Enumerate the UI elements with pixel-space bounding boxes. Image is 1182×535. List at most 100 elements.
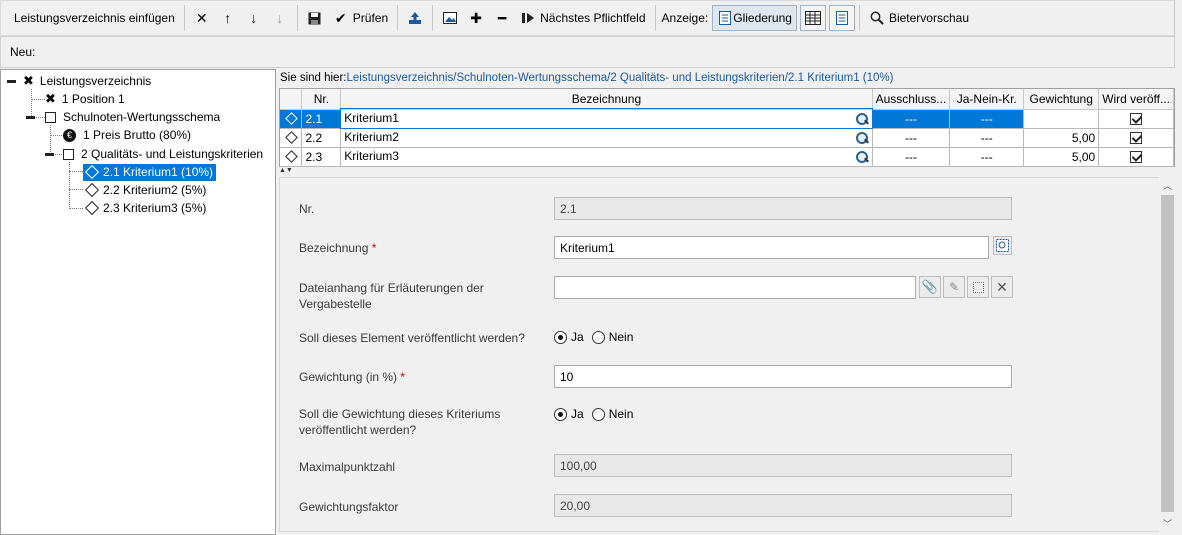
table-row[interactable]: 2.2 Kriterium2 --- --- 5,00	[280, 128, 1174, 148]
ausschluss-cell[interactable]: ---	[872, 147, 951, 167]
publish-label: Soll dieses Element veröffentlicht werde…	[299, 331, 525, 345]
remove-button[interactable]: ━	[489, 4, 515, 32]
tree-item-preis[interactable]: € 1 Preis Brutto (80%)	[63, 126, 194, 144]
next-required-button[interactable]: Nächstes Pflichtfeld	[515, 4, 650, 32]
outline-view-toggle[interactable]: Gliederung	[712, 5, 797, 31]
tree-item-leistungsverzeichnis[interactable]: ✖ Leistungsverzeichnis	[23, 72, 154, 90]
published-checkbox[interactable]	[1130, 132, 1143, 145]
form-scrollbar[interactable]: ︿ ﹀	[1159, 177, 1176, 532]
bezeichnung-field[interactable]: Kriterium1	[554, 236, 989, 259]
tree-item-kriterium2[interactable]: 2.2 Kriterium2 (5%)	[83, 181, 209, 199]
breadcrumb-prefix: Sie sind hier:	[280, 72, 347, 84]
publish-ja-option[interactable]: Ja	[554, 330, 584, 345]
document-view-toggle[interactable]	[828, 5, 855, 31]
veroeffentlicht-cell[interactable]	[1098, 109, 1174, 129]
publish-nein-option[interactable]: Nein	[591, 330, 633, 345]
sort-button[interactable]: ↓	[267, 4, 293, 32]
radio-nein[interactable]	[591, 408, 605, 422]
published-checkbox[interactable]	[1130, 151, 1143, 164]
save-button[interactable]	[302, 4, 328, 32]
move-down-button[interactable]: ↓	[241, 4, 267, 32]
arrow-up-icon: ↑	[224, 10, 232, 26]
delete-button[interactable]: ✕	[189, 4, 215, 32]
collapse-root-icon[interactable]	[7, 80, 16, 83]
ausschluss-cell[interactable]: ---	[872, 109, 951, 129]
scroll-down-icon[interactable]: ﹀	[1159, 515, 1176, 532]
radio-ja[interactable]	[554, 331, 567, 345]
ja-nein-cell[interactable]: ---	[949, 109, 1025, 129]
weighting-factor-label: Gewichtungsfaktor	[299, 500, 399, 514]
lookup-magnifier-icon[interactable]	[855, 112, 869, 126]
tools-icon: ✖	[45, 91, 56, 106]
row-icon-cell	[280, 128, 303, 148]
grid-header-nr[interactable]: Nr.	[301, 89, 342, 110]
tree-item-quali[interactable]: 2 Qualitäts- und Leistungskriterien	[63, 145, 266, 163]
tree-item-kriterium1[interactable]: 2.1 Kriterium1 (10%)	[83, 163, 217, 181]
panel-splitter[interactable]: ▲▼	[279, 167, 1175, 177]
gew-publish-ja-option[interactable]: Ja	[554, 407, 584, 422]
edit-attachment-button[interactable]: ✎	[943, 276, 965, 298]
gewichtung-cell[interactable]: 5,00	[1023, 147, 1100, 167]
bezeichnung-cell[interactable]: Kriterium1	[339, 108, 874, 129]
grid-header-ausschluss[interactable]: Ausschluss...	[872, 89, 951, 110]
attachment-field[interactable]	[554, 276, 916, 299]
checkmark-icon: ✔	[334, 9, 347, 26]
gewichtung-field[interactable]: 10	[554, 365, 1012, 388]
ja-nein-cell[interactable]: ---	[949, 147, 1025, 167]
insert-lv-button[interactable]: Leistungsverzeichnis einfügen	[9, 4, 180, 32]
collapse-quali-icon[interactable]	[45, 153, 54, 156]
scroll-up-icon[interactable]: ︿	[1159, 177, 1176, 194]
table-row[interactable]: 2.1 Kriterium1 --- ---	[280, 108, 1174, 129]
criteria-table: Nr. Bezeichnung Ausschluss... Ja-Nein-Kr…	[280, 89, 1174, 167]
sort-down-icon: ↓	[276, 10, 284, 26]
grid-header-bezeichnung[interactable]: Bezeichnung	[340, 89, 873, 110]
ausschluss-cell[interactable]: ---	[872, 128, 951, 148]
scrollbar-thumb[interactable]	[1161, 195, 1174, 512]
nr-cell[interactable]: 2.1	[301, 109, 342, 129]
breadcrumb-link-lv[interactable]: Leistungsverzeichnis	[346, 72, 453, 84]
select-attachment-button[interactable]	[967, 276, 989, 298]
remove-attachment-button[interactable]: ✕	[991, 276, 1013, 298]
grid-header-veroeffentlicht[interactable]: Wird veröff...	[1098, 89, 1174, 110]
euro-icon: €	[63, 128, 76, 142]
bidder-preview-button[interactable]: Bietervorschau	[864, 4, 974, 32]
breadcrumb-link-current[interactable]: 2.1 Kriterium1 (10%)	[788, 72, 893, 84]
image-button[interactable]	[437, 4, 463, 32]
add-button[interactable]: ✚	[463, 4, 489, 32]
gewichtung-cell[interactable]: 5,00	[1023, 128, 1100, 148]
lookup-magnifier-icon[interactable]	[855, 131, 869, 145]
pencil-icon: ✎	[948, 280, 960, 294]
bidder-preview-label: Bietervorschau	[888, 11, 969, 25]
radio-ja[interactable]	[554, 408, 567, 422]
table-view-toggle[interactable]	[799, 5, 826, 31]
radio-nein[interactable]	[591, 331, 605, 345]
bezeichnung-cell[interactable]: Kriterium3	[340, 147, 873, 167]
attach-button[interactable]: 📎	[919, 276, 941, 298]
gew-publish-nein-option[interactable]: Nein	[591, 407, 633, 422]
gewichtung-label-wrap: Gewichtung (in %) *	[299, 369, 405, 385]
lookup-magnifier-icon[interactable]	[855, 150, 869, 164]
bezeichnung-cell[interactable]: Kriterium2	[340, 128, 873, 148]
export-button[interactable]	[402, 4, 428, 32]
veroeffentlicht-cell[interactable]	[1098, 147, 1174, 167]
veroeffentlicht-cell[interactable]	[1098, 128, 1174, 148]
breadcrumb-link-quali[interactable]: 2 Qualitäts- und Leistungskriterien	[610, 72, 785, 84]
tree-item-schema[interactable]: Schulnoten-Wertungsschema	[45, 108, 223, 126]
table-row[interactable]: 2.3 Kriterium3 --- --- 5,00	[280, 147, 1174, 167]
check-button[interactable]: ✔ Prüfen	[328, 4, 393, 32]
bezeichnung-lookup-button[interactable]	[993, 236, 1012, 255]
required-marker: *	[371, 241, 377, 255]
tree-item-label: 1 Position 1	[61, 91, 125, 106]
tree-item-position1[interactable]: ✖ 1 Position 1	[45, 90, 128, 108]
move-up-button[interactable]: ↑	[215, 4, 241, 32]
ja-nein-cell[interactable]: ---	[949, 128, 1025, 148]
published-checkbox[interactable]	[1130, 113, 1143, 126]
grid-header-ja-nein[interactable]: Ja-Nein-Kr.	[949, 89, 1025, 110]
nr-cell[interactable]: 2.3	[301, 147, 342, 167]
collapse-schema-icon[interactable]	[26, 116, 35, 119]
breadcrumb-link-schema[interactable]: Schulnoten-Wertungsschema	[456, 72, 607, 84]
grid-header-gewichtung[interactable]: Gewichtung	[1023, 89, 1100, 110]
gewichtung-cell[interactable]	[1023, 109, 1100, 129]
tree-item-kriterium3[interactable]: 2.3 Kriterium3 (5%)	[83, 199, 209, 217]
nr-cell[interactable]: 2.2	[301, 128, 342, 148]
